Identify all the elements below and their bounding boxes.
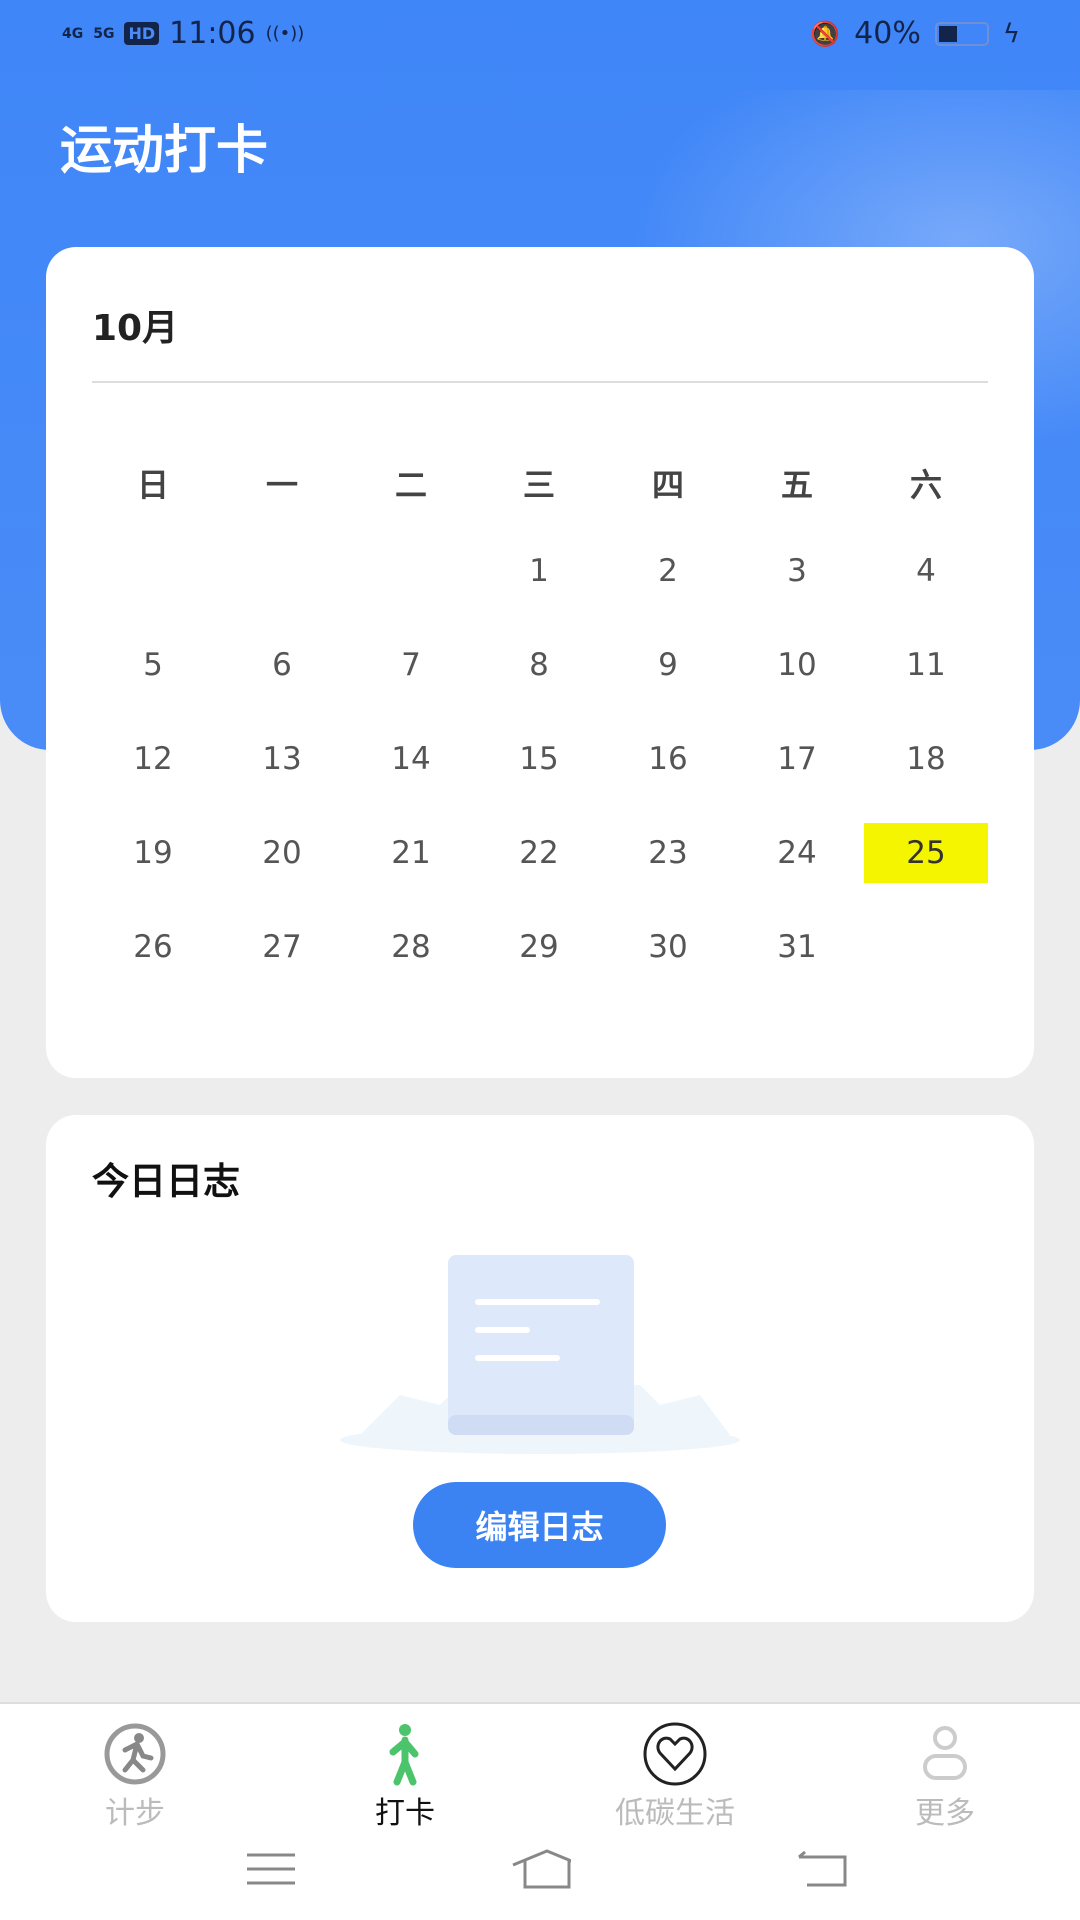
heart-circle-icon [643, 1722, 707, 1786]
tab-low-carbon[interactable]: 低碳生活 [575, 1722, 775, 1832]
menu-button[interactable] [241, 1844, 301, 1894]
calendar-day[interactable]: 16 [606, 729, 730, 789]
calendar-day[interactable]: 26 [91, 917, 215, 977]
weekday-header: 四 [651, 466, 684, 504]
charging-icon: ϟ [1002, 18, 1020, 49]
calendar-day[interactable]: 31 [735, 917, 859, 977]
calendar-day[interactable]: 20 [220, 823, 344, 883]
calendar-day[interactable]: 9 [606, 635, 730, 695]
log-title: 今日日志 [92, 1160, 240, 1203]
calendar-day[interactable]: 4 [864, 541, 988, 601]
calendar-day[interactable]: 29 [477, 917, 601, 977]
calendar-day[interactable]: 5 [91, 635, 215, 695]
tab-label: 打卡 [375, 1796, 435, 1831]
tab-label: 更多 [915, 1796, 975, 1831]
back-button[interactable] [793, 1844, 853, 1894]
clock: 11:06 [169, 16, 256, 51]
status-bar: 4G 5G HD 11:06 ((•)) 🔕 40% ϟ [0, 16, 1080, 56]
edit-log-button[interactable]: 编辑日志 [413, 1482, 666, 1568]
calendar-day[interactable]: 28 [349, 917, 473, 977]
weekday-header: 六 [909, 466, 942, 504]
calendar-day[interactable]: 1 [477, 541, 601, 601]
bottom-tab-bar: 计步 打卡 低碳生活 更多 [0, 1702, 1080, 1920]
weekday-header: 二 [394, 466, 427, 504]
tab-more[interactable]: 更多 [845, 1724, 1045, 1832]
weekday-header: 一 [265, 466, 298, 504]
home-icon [512, 1849, 571, 1889]
calendar-day[interactable]: 12 [91, 729, 215, 789]
calendar-day[interactable]: 30 [606, 917, 730, 977]
tab-steps[interactable]: 计步 [35, 1723, 235, 1832]
calendar-day[interactable]: 23 [606, 823, 730, 883]
calendar-day[interactable]: 11 [864, 635, 988, 695]
calendar-day[interactable]: 2 [606, 541, 730, 601]
calendar-day[interactable]: 7 [349, 635, 473, 695]
calendar-day[interactable]: 3 [735, 541, 859, 601]
battery-percent: 40% [854, 16, 921, 51]
calendar-day[interactable]: 27 [220, 917, 344, 977]
calendar-day[interactable]: 14 [349, 729, 473, 789]
calendar-day[interactable]: 24 [735, 823, 859, 883]
weekday-header: 三 [522, 466, 555, 504]
calendar-day[interactable]: 6 [220, 635, 344, 695]
mute-bell-icon: 🔕 [810, 19, 841, 48]
home-button[interactable] [511, 1844, 571, 1894]
calendar-day[interactable]: 22 [477, 823, 601, 883]
month-label: 10月 [92, 308, 179, 349]
tab-checkin[interactable]: 打卡 [305, 1724, 505, 1832]
hotspot-icon: ((•)) [265, 23, 305, 44]
empty-document-illustration [340, 1255, 740, 1454]
calendar-day[interactable]: 19 [91, 823, 215, 883]
walking-person-icon [389, 1724, 419, 1786]
calendar-day[interactable]: 15 [477, 729, 601, 789]
today-log-card: 今日日志 编辑日志 [46, 1115, 1034, 1622]
menu-icon [247, 1853, 295, 1885]
tab-label: 低碳生活 [615, 1796, 735, 1831]
page-title: 运动打卡 [60, 121, 269, 181]
calendar-day[interactable]: 8 [477, 635, 601, 695]
calendar-day[interactable]: 18 [864, 729, 988, 789]
network-4g: 4G [62, 25, 84, 42]
calendar-day[interactable]: 17 [735, 729, 859, 789]
weekday-header: 五 [780, 466, 813, 504]
network-5g: 5G [93, 25, 115, 42]
person-icon [923, 1726, 967, 1780]
calendar-day[interactable]: 21 [349, 823, 473, 883]
weekday-header: 日 [136, 466, 169, 504]
calendar-day[interactable]: 10 [735, 635, 859, 695]
calendar-day[interactable]: 13 [220, 729, 344, 789]
divider [92, 381, 988, 383]
running-icon [104, 1723, 166, 1785]
hd-badge: HD [124, 22, 160, 45]
calendar-card: 10月 日一二三四五六 1 2 3 4 5 6 7 8 9 10 11 12 13 14 15 16 17 18 19… [46, 247, 1034, 1078]
back-icon [798, 1851, 847, 1887]
tab-label: 计步 [105, 1796, 165, 1831]
battery-icon [934, 21, 989, 46]
calendar-day[interactable]: 25 [864, 823, 988, 883]
